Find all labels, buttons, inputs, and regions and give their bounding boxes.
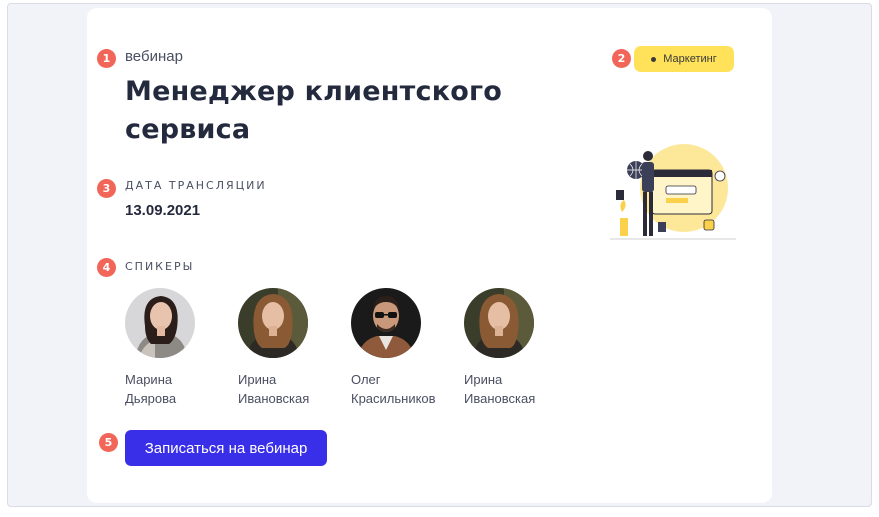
webinar-illustration [608,140,738,245]
speaker-name: Олег Красильников [351,372,436,406]
category-tag[interactable]: Маркетинг [634,46,734,72]
speaker-card[interactable]: Ирина Ивановская [238,288,309,408]
marker-1: 1 [97,49,116,68]
marker-4: 4 [97,258,116,277]
avatar [464,288,534,358]
speaker-card[interactable]: Олег Красильников [351,288,436,408]
page-title: Менеджер клиентского сервиса [125,76,503,145]
avatar [351,288,421,358]
webinar-kicker: вебинар [125,48,183,65]
speaker-card[interactable]: Марина Дьярова [125,288,195,408]
avatar [238,288,308,358]
broadcast-date-label: ДАТА ТРАНСЛЯЦИИ [125,179,267,192]
speaker-name: Марина Дьярова [125,372,177,406]
speaker-card[interactable]: Ирина Ивановская [464,288,535,408]
marker-2: 2 [612,49,631,68]
speakers-list: Марина Дьярова Ирина Ивановская Олег Кра… [125,288,535,408]
speaker-name: Ирина Ивановская [238,372,310,406]
marker-5: 5 [99,433,118,452]
broadcast-date: 13.09.2021 [125,202,201,219]
avatar [125,288,195,358]
register-webinar-button[interactable]: Записаться на вебинар [125,430,327,466]
speaker-name: Ирина Ивановская [464,372,536,406]
dot-icon [651,56,657,62]
speakers-label: СПИКЕРЫ [125,260,195,273]
marker-3: 3 [97,179,116,198]
category-tag-label: Маркетинг [663,53,717,65]
